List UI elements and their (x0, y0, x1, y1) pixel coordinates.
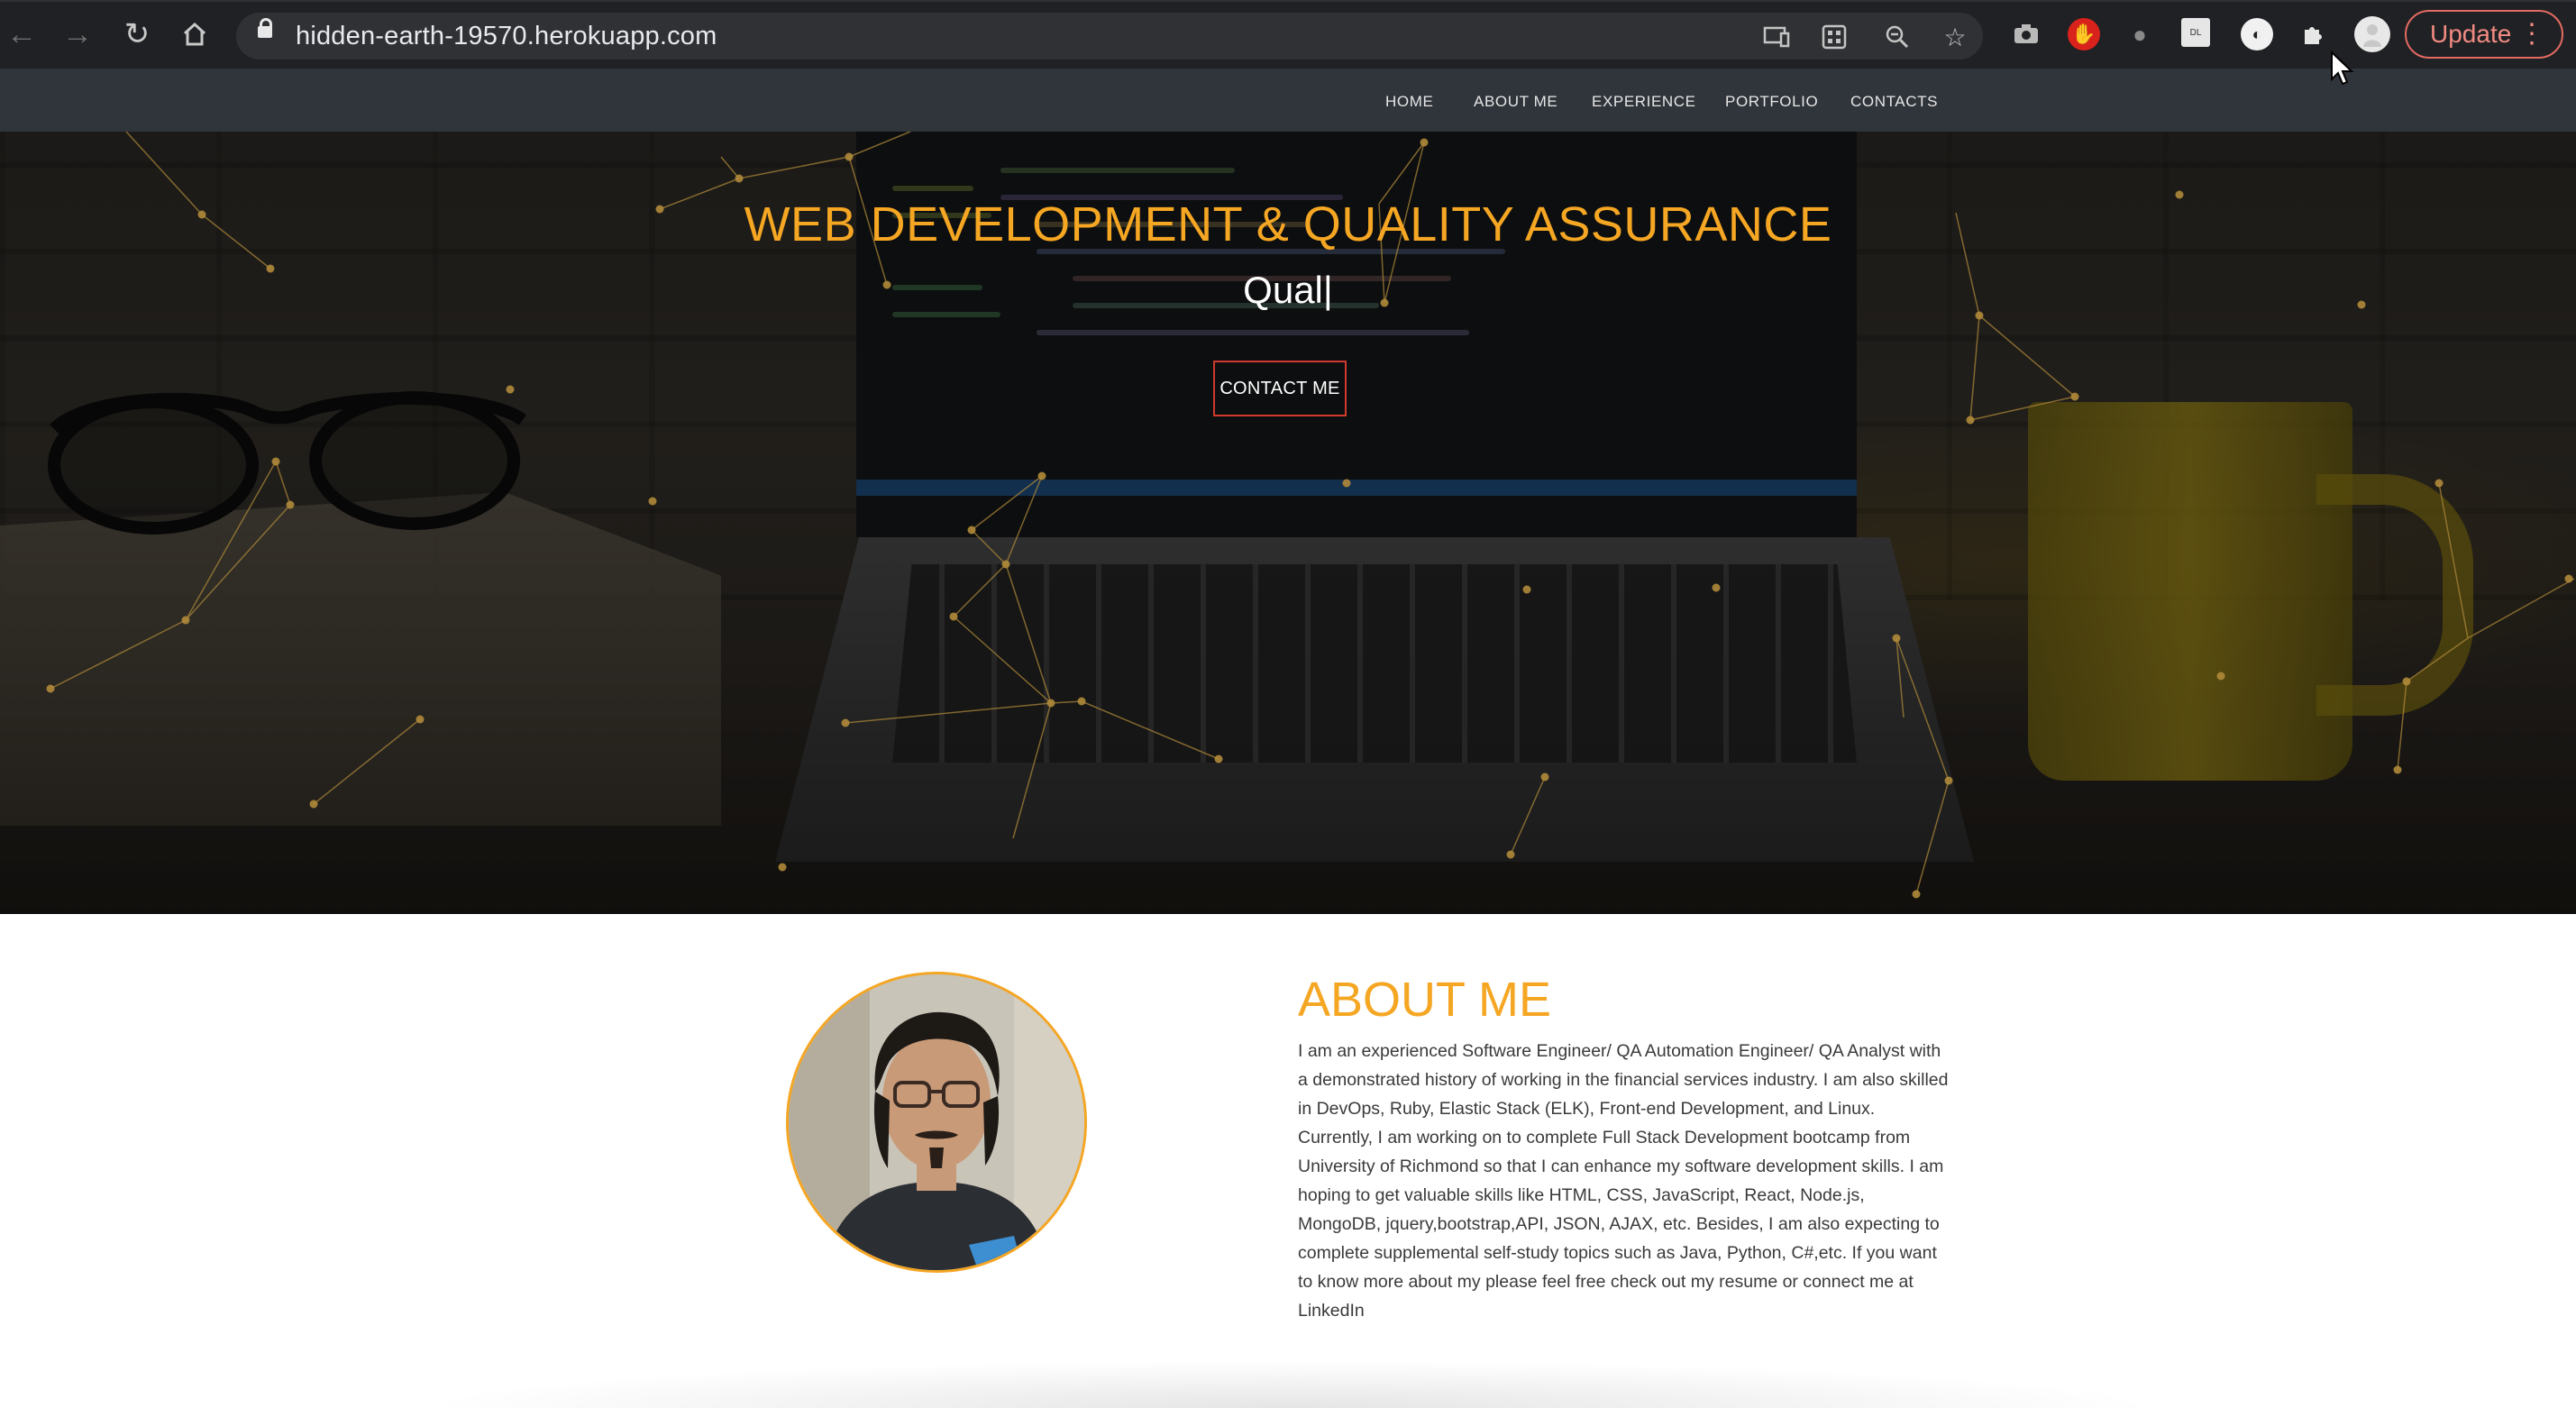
hand-extension-icon[interactable]: ✋ (2068, 18, 2100, 50)
nav-portfolio[interactable]: PORTFOLIO (1725, 93, 1818, 111)
zoom-dl-extension-icon[interactable]: DL (2181, 18, 2210, 47)
qr-code-icon[interactable] (1819, 22, 1850, 52)
lock-icon (258, 18, 272, 38)
nav-experience[interactable]: EXPERIENCE (1592, 93, 1696, 111)
url-text: hidden-earth-19570.herokuapp.com (296, 22, 717, 50)
hero-title: WEB DEVELOPMENT & QUALITY ASSURANCE (744, 197, 1832, 251)
address-bar[interactable]: hidden-earth-19570.herokuapp.com ☆ (236, 13, 1983, 59)
hero-section: WEB DEVELOPMENT & QUALITY ASSURANCE Qual… (0, 132, 2576, 914)
nav-home[interactable]: HOME (1385, 93, 1433, 111)
browser-toolbar: ← → ↻ hidden-earth-19570.herokuapp.com ☆… (0, 0, 2576, 70)
mouse-pointer-icon (2331, 50, 2353, 86)
update-label: Update (2430, 20, 2512, 48)
zoom-icon[interactable] (1882, 22, 1913, 52)
puzzle-icon[interactable] (2297, 18, 2329, 50)
home-icon[interactable] (177, 16, 213, 52)
profile-photo (786, 972, 1087, 1273)
hero-typed-text: Qual| (1243, 269, 1333, 311)
back-arrow-icon[interactable]: ← (4, 16, 40, 52)
about-description: I am an experienced Software Engineer/ Q… (1298, 1041, 1949, 1321)
bookmark-star-icon[interactable]: ☆ (1940, 22, 1970, 52)
update-button[interactable]: Update ⋮ (2405, 10, 2563, 59)
about-title: ABOUT ME (1298, 973, 1552, 1027)
menu-kebab-icon[interactable]: ⋮ (2518, 20, 2545, 49)
cast-icon[interactable] (1761, 22, 1792, 52)
nav-contacts[interactable]: CONTACTS (1850, 93, 1938, 111)
reload-icon[interactable]: ↻ (119, 16, 155, 52)
lightbulb-extension-icon[interactable]: ● (2124, 18, 2156, 50)
camera-extension-icon[interactable] (2010, 18, 2042, 50)
forward-arrow-icon[interactable]: → (59, 16, 96, 52)
site-navbar: HOME ABOUT ME EXPERIENCE PORTFOLIO CONTA… (0, 69, 2576, 132)
profile-avatar-icon[interactable] (2354, 16, 2390, 52)
nav-about-me[interactable]: ABOUT ME (1474, 93, 1557, 111)
contact-me-button[interactable]: CONTACT ME (1213, 361, 1347, 416)
circle-extension-icon[interactable]: ◐ (2241, 18, 2273, 50)
next-section-shadow (270, 1352, 2307, 1408)
